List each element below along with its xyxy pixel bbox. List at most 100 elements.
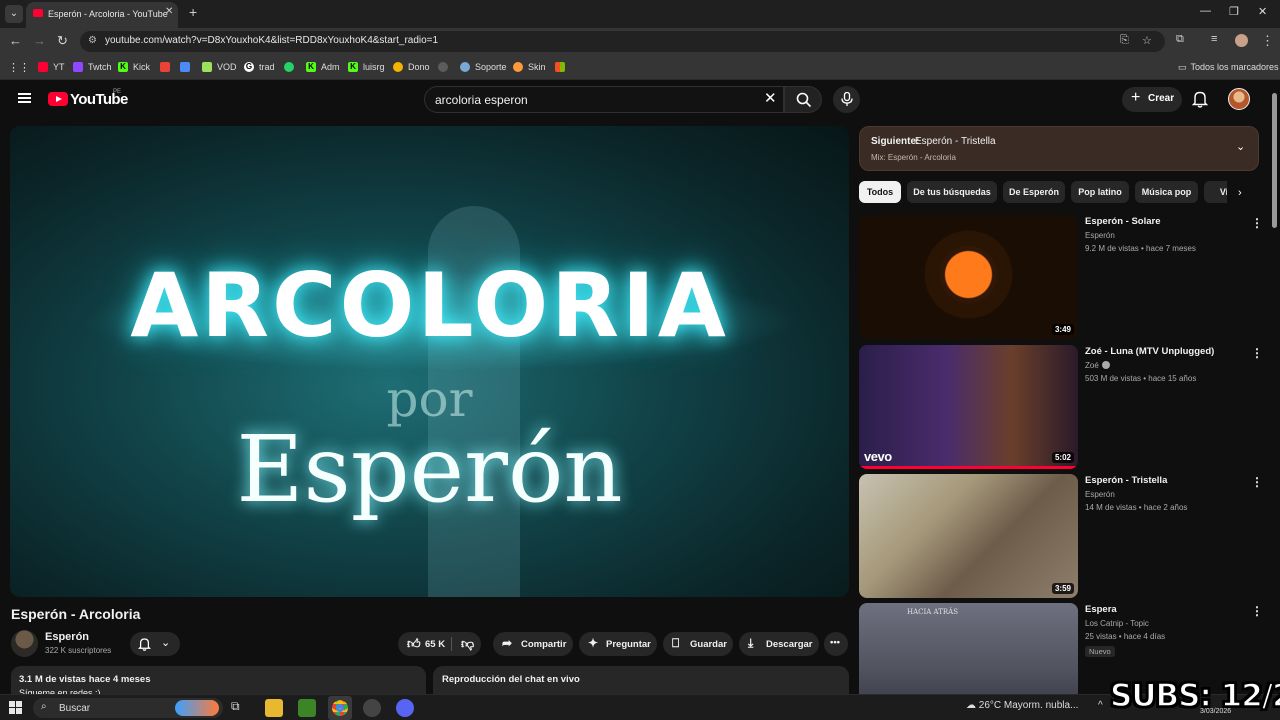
bookmark-gmail-icon[interactable] [160,60,175,74]
dislike-icon[interactable]: 👎︎ [461,636,474,652]
bookmark-star-icon[interactable]: ☆ [1142,34,1152,47]
minimize-icon[interactable]: — [1200,5,1211,17]
chip-partial[interactable]: Vi [1204,181,1227,203]
bookmark-dono[interactable]: Dono [393,60,430,74]
clear-search-icon[interactable]: ✕ [764,89,777,107]
recommendation-title[interactable]: Zoé - Luna (MTV Unplugged) [1085,346,1245,357]
expand-chevron-icon[interactable]: ⌄ [1236,140,1245,153]
more-vertical-icon[interactable]: ⋮ [1251,475,1263,489]
more-actions-button[interactable]: ••• [824,632,848,656]
channel-avatar[interactable] [11,630,38,657]
more-vertical-icon[interactable]: ⋮ [1251,346,1263,360]
profile-avatar[interactable] [1235,34,1248,47]
more-vertical-icon[interactable]: ⋮ [1251,216,1263,230]
bookmark-twitch[interactable]: Twtch [73,60,112,74]
create-button[interactable]: + Crear [1122,87,1182,112]
chip-musica-pop[interactable]: Música pop [1135,181,1198,203]
bookmark-luisrg[interactable]: Kluisrg [348,60,385,74]
apps-grid-icon[interactable]: ⋮⋮ [8,60,30,74]
page-scrollbar[interactable] [1270,85,1278,695]
youtube-logo-icon[interactable] [48,92,68,106]
voice-search-button[interactable] [833,86,860,113]
recommendation-channel[interactable]: Esperón [1085,231,1115,240]
taskbar-search[interactable]: ⌕ Buscar [33,698,223,718]
video-thumbnail[interactable]: vevo 5:02 [859,345,1078,469]
tray-chevron-icon[interactable]: ^ [1098,700,1103,711]
tab-search-icon[interactable]: ⌄ [5,5,23,23]
search-button[interactable] [784,86,822,113]
bookmark-xbox[interactable] [438,60,453,74]
menu-icon[interactable] [18,93,31,103]
address-bar[interactable]: ⚙ youtube.com/watch?v=D8xYouxhoK4&list=R… [80,31,1165,52]
scrollbar-thumb[interactable] [1272,93,1277,228]
chip-todos[interactable]: Todos [859,181,901,203]
account-avatar[interactable] [1228,88,1250,110]
recommendation-title[interactable]: Espera [1085,604,1245,615]
close-window-icon[interactable]: ✕ [1258,5,1267,18]
like-icon[interactable]: 👍︎ [407,636,421,652]
video-thumbnail[interactable]: 3:59 [859,474,1078,598]
bookmark-soporte[interactable]: Soporte [460,60,507,74]
bookmark-microsoft[interactable] [555,60,570,74]
discord-icon[interactable] [396,699,414,717]
recommendation-item[interactable]: 3:59 Esperón - Tristella Esperón 14 M de… [859,474,1263,598]
chrome-taskbar-button[interactable] [328,696,352,720]
playlist-mix-panel[interactable]: Siguiente: Esperón - Tristella Mix: Espe… [859,126,1259,171]
chip-de-tus-busquedas[interactable]: De tus búsquedas [907,181,997,203]
search-input[interactable]: arcoloria esperon [424,86,784,113]
recommendation-title[interactable]: Esperón - Tristella [1085,475,1245,486]
file-explorer-icon[interactable] [265,699,283,717]
forward-icon[interactable]: → [33,33,46,48]
like-count[interactable]: 65 K [425,639,445,650]
reload-icon[interactable]: ↻ [57,33,68,49]
chevron-right-icon[interactable]: › [1238,187,1242,199]
save-button[interactable]: ⎕ Guardar [663,632,733,656]
more-vertical-icon[interactable]: ⋮ [1251,604,1259,618]
notifications-bell-icon[interactable] [1192,90,1208,108]
windows-start-icon[interactable] [9,701,22,714]
obs-icon[interactable] [363,699,381,717]
filter-chips: Todos De tus búsquedas De Esperón Pop la… [859,181,1227,203]
bookmark-tool-icon[interactable] [180,60,195,74]
weather-widget[interactable]: ☁ 26°C Mayorm. nubla... [966,700,1078,711]
tab-close-icon[interactable]: ✕ [165,6,173,17]
recommendation-title[interactable]: Esperón - Solare [1085,216,1245,227]
channel-name[interactable]: Esperón [45,631,89,643]
recommendation-channel[interactable]: Los Catnip - Topic [1085,619,1149,628]
share-button[interactable]: ➦ Compartir [493,632,573,656]
ask-button[interactable]: ✦ Preguntar [579,632,657,656]
browser-menu-icon[interactable]: ⋮ [1261,33,1274,49]
all-bookmarks[interactable]: ▭ Todos los marcadores [1178,60,1279,74]
bookmark-trad[interactable]: Gtrad [244,60,275,74]
recommendation-item[interactable]: vevo 5:02 Zoé - Luna (MTV Unplugged) Zoé… [859,345,1263,469]
recommendation-item[interactable]: 3:49 Esperón - Solare Esperón 9.2 M de v… [859,215,1263,339]
bookmark-skin[interactable]: Skin [513,60,546,74]
subscription-notifications-button[interactable]: ⌄ [130,632,180,656]
bookmark-vod[interactable]: VOD [202,60,237,74]
video-player[interactable]: ARCOLORIA por Esperón [10,126,849,597]
bookmark-adm[interactable]: K Adm [306,60,340,74]
bookmark-yt[interactable]: YT [38,60,65,74]
task-view-icon[interactable]: ⧉ [231,699,249,717]
new-tab-icon[interactable]: + [189,4,197,20]
back-icon[interactable]: ← [9,33,22,48]
browser-tab-active[interactable]: Esperón - Arcoloria - YouTube ✕ [26,2,178,28]
recommendation-channel[interactable]: Esperón [1085,490,1115,499]
url-text[interactable]: youtube.com/watch?v=D8xYouxhoK4&list=RDD… [105,35,438,46]
recommendation-channel[interactable]: Zoé [1085,361,1110,370]
minecraft-icon[interactable] [298,699,316,717]
install-app-icon[interactable]: ⎘ [1120,34,1129,47]
restore-icon[interactable]: ❐ [1229,5,1239,18]
download-button[interactable]: ⤓ Descargar [739,632,819,656]
bookmark-whatsapp[interactable] [284,60,299,74]
bookmark-kick[interactable]: K Kick [118,60,150,74]
video-thumbnail[interactable]: 3:49 [859,215,1078,339]
kick-icon: K [306,62,316,72]
extensions-icon[interactable]: ⧉ [1176,33,1184,46]
chip-de-esperon[interactable]: De Esperón [1003,181,1065,203]
chip-pop-latino[interactable]: Pop latino [1071,181,1129,203]
search-query[interactable]: arcoloria esperon [435,93,528,107]
video-thumbnail[interactable]: HACIA ATRÁS [859,603,1078,694]
site-info-icon[interactable]: ⚙ [88,35,97,46]
media-controls-icon[interactable]: ≡ [1211,33,1217,45]
